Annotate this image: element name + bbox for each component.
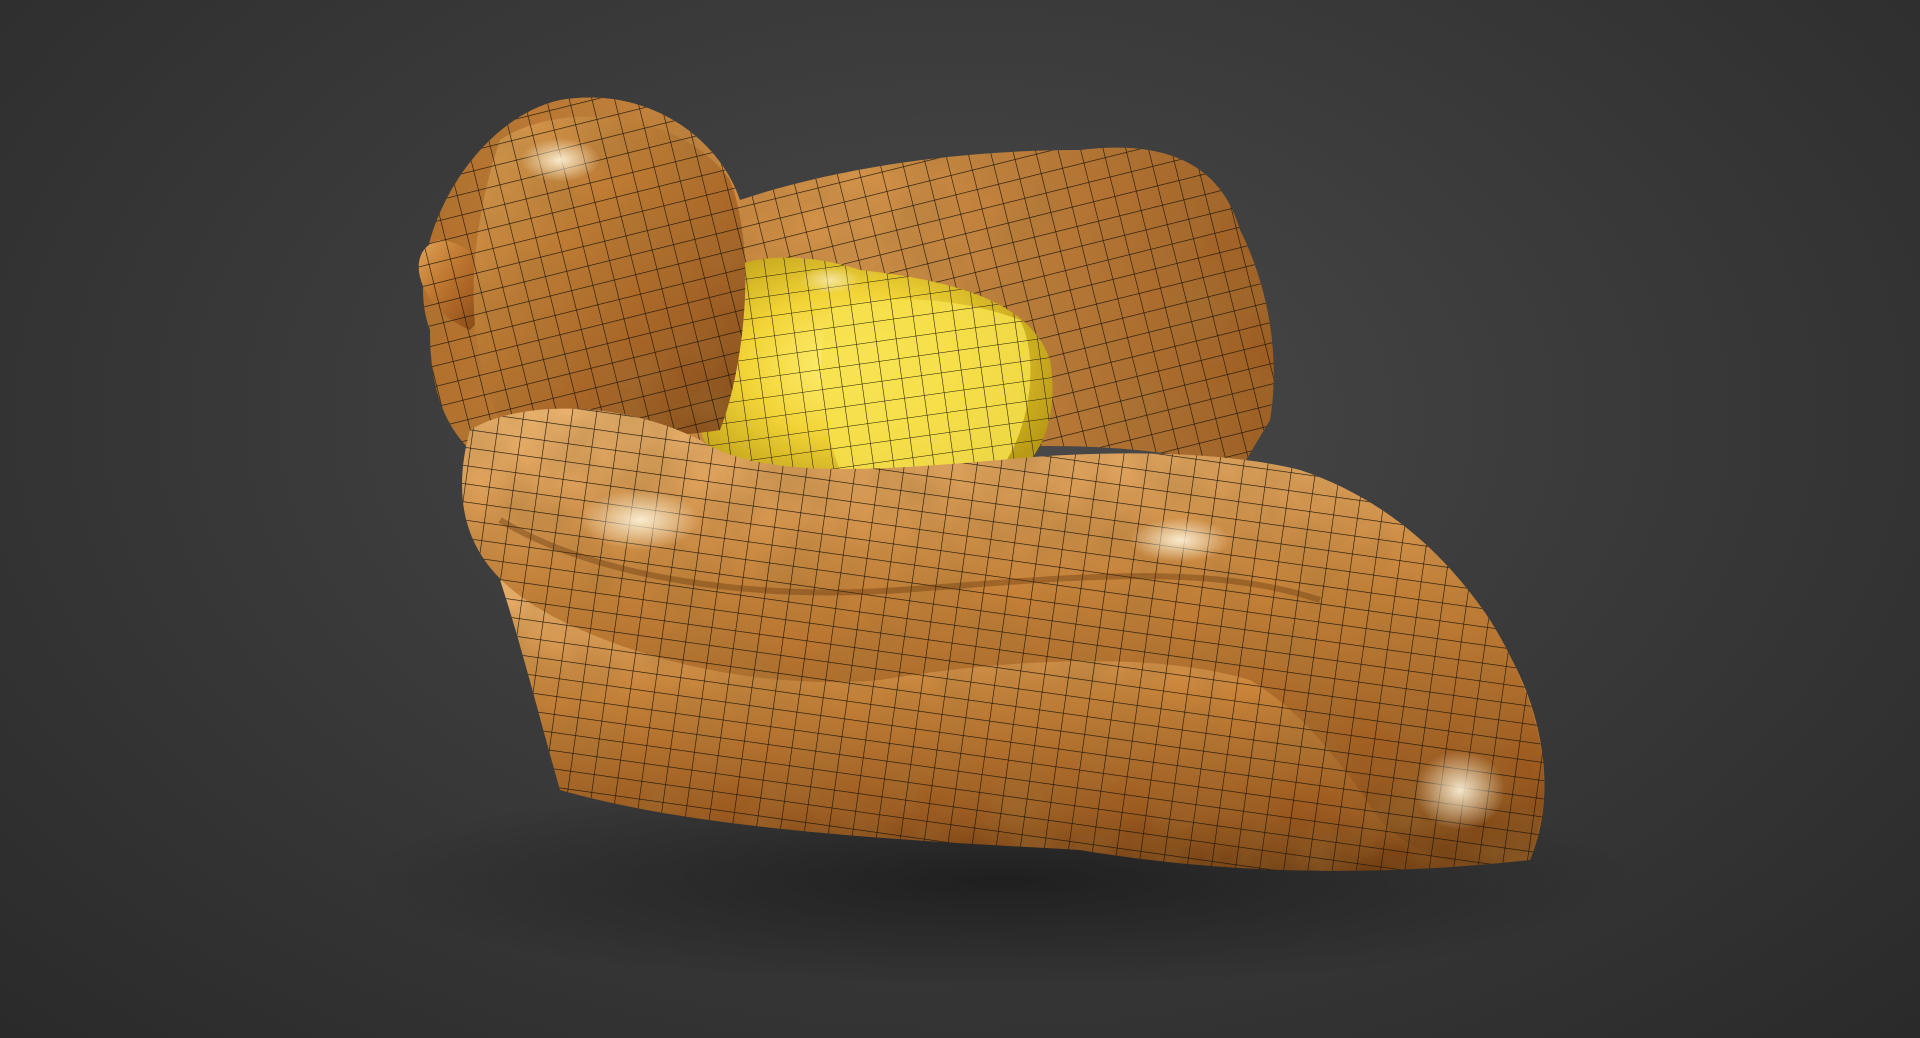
- 3d-viewport[interactable]: [0, 0, 1920, 1038]
- cushion-left-roll[interactable]: [473, 116, 746, 437]
- viewport-canvas[interactable]: [0, 0, 1920, 1038]
